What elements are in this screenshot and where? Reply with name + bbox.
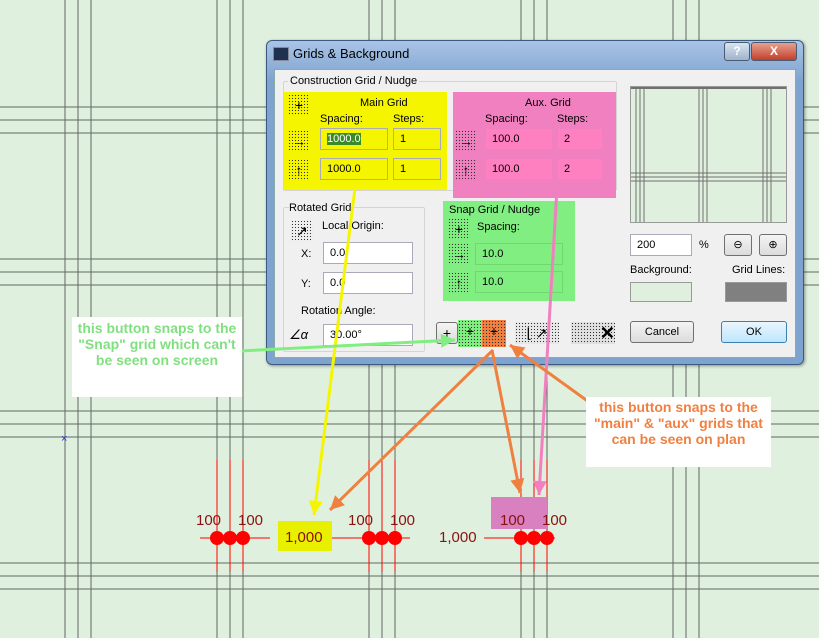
main-grid-arrow — [312, 187, 357, 516]
dimension-label[interactable]: 100 — [542, 512, 567, 529]
dimension-label[interactable]: 100 — [348, 512, 373, 529]
orange-arrow-to-aux — [490, 349, 522, 494]
dimension-label[interactable]: 1,000 — [285, 529, 323, 546]
dimension-label[interactable]: 100 — [390, 512, 415, 529]
dimension-label[interactable]: 1,000 — [439, 529, 477, 546]
orange-arrow-to-main — [328, 348, 495, 512]
dimension-label[interactable]: 100 — [500, 512, 525, 529]
aux-grid-arrow — [537, 187, 559, 496]
orange-arrow-to-aux-head — [510, 477, 525, 493]
orange-arrow-note-head — [510, 345, 526, 359]
aux-grid-arrow-head — [532, 480, 547, 495]
snap-note-arrow — [219, 338, 456, 354]
snap-grid-note: this button snaps to the "Snap" grid whi… — [72, 317, 242, 397]
dimension-label[interactable]: 100 — [196, 512, 221, 529]
dimension-label[interactable]: 100 — [238, 512, 263, 529]
snap-note-arrow-head — [440, 333, 455, 348]
main-aux-grid-note: this button snaps to the "main" & "aux" … — [586, 397, 771, 467]
